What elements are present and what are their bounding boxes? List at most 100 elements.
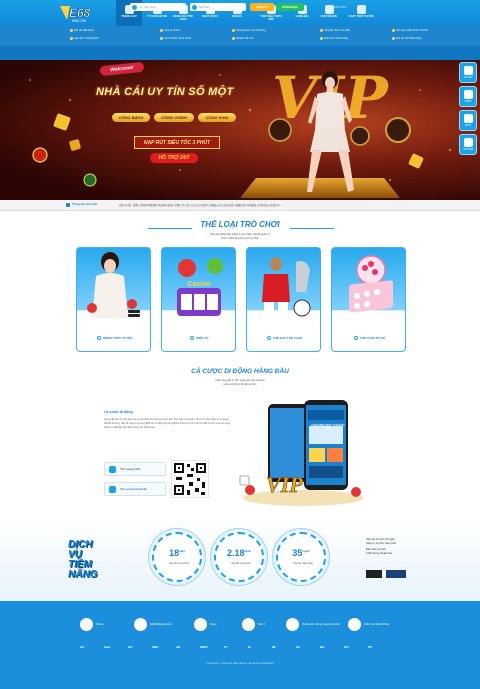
login-bar — [0, 46, 480, 60]
deposit-banner: NẠP RÚT SIÊU TỐC 3 PHÚT — [134, 136, 220, 149]
side-hotline[interactable]: HOTLINE — [459, 134, 477, 155]
cert-badge — [386, 570, 406, 578]
lock-icon — [192, 4, 197, 10]
partner-logo: IM — [272, 645, 276, 649]
speaker-icon — [66, 203, 70, 207]
game-card-live-video[interactable]: VIDEO TRỰC TUYẾN — [76, 247, 151, 352]
info-item: Khuyến mãi: Lớn — [232, 37, 253, 40]
ticker-label: Thông báo mới nhất — [72, 203, 98, 206]
card-label: TRÒ CHƠI SỔ XỐ — [359, 336, 386, 340]
lottery-icon — [353, 336, 358, 341]
apple-icon — [109, 466, 116, 473]
side-app-download[interactable]: TẢI APP — [459, 62, 477, 83]
info-item: Thương hiệu: Liên hệ Phòng — [232, 29, 265, 32]
football-image — [262, 257, 311, 318]
info-icon — [232, 37, 235, 40]
headset-icon — [348, 618, 361, 631]
games-sub-2: được 3000 bộ phim tích cổ nhất — [221, 237, 259, 240]
mobile-app-illustration: VIP — [239, 400, 363, 506]
support-badge: HỖ TRỢ 24/7 — [150, 153, 198, 163]
skype-icon — [194, 618, 207, 631]
logo-subtext: E68.COM — [72, 19, 86, 23]
call-icon — [463, 138, 473, 147]
info-item: Nhà cái: E68 Fintes — [70, 29, 94, 32]
app-banner-text: PHẦN MỀM TRỰC TUYẾN BÁ ĐẠO — [311, 424, 345, 430]
card-label: THỂ ĐẤU THỂ THAO — [272, 336, 303, 340]
mobile-heading: CÁ CƯỢC DI ĐỘNG HÀNG ĐẦU — [191, 368, 289, 375]
headset-icon — [463, 90, 473, 99]
android-icon — [109, 486, 116, 493]
info-icon — [160, 29, 163, 32]
mobile-description: Cung cấp các trò chơi ảnh hay và có nhiề… — [104, 418, 230, 429]
register-button[interactable]: ĐĂNG KÝ — [250, 3, 274, 11]
info-icon — [320, 37, 323, 40]
side-chat[interactable]: CHAT — [459, 110, 477, 131]
dealer-image — [87, 252, 140, 318]
stat-banks: 35ngân Hợp tác ngân hàng — [276, 532, 326, 582]
services-side-text: Hợp tác với hơn 35 ngân hàng uy tín trên… — [366, 538, 397, 555]
partner-logo: AG — [80, 645, 85, 649]
partner-logo: bbin — [104, 645, 111, 649]
info-icon — [320, 29, 323, 32]
svg-text:Casino: Casino — [187, 281, 210, 288]
guide-icon — [286, 618, 299, 631]
partner-logo: PP — [368, 645, 373, 649]
login-button[interactable]: ĐĂNG NHẬP — [276, 3, 304, 11]
partner-logo: EBET — [200, 645, 209, 649]
partner-logos: AG bbin GD SBO AB EBET PT M IM SA BG ON PP — [80, 645, 400, 655]
slot-icon — [190, 336, 195, 341]
partner-logo: M — [248, 645, 251, 649]
pill-fair: CÔNG BẰNG — [112, 113, 150, 122]
services-title: DỊCH VỤ TIỀM NĂNG — [68, 539, 98, 580]
lottery-image — [349, 255, 393, 313]
card-label: VIDEO TRỰC TUYẾN — [102, 336, 133, 340]
partner-logo: SA — [296, 645, 301, 649]
hero-title: NHÀ CÁI UY TÍN SỐ MỘT — [96, 86, 234, 98]
chat-icon — [463, 114, 473, 123]
brand-logo[interactable]: E68 E68.COM — [58, 3, 98, 23]
stat-deposit: 18giây Nạp tiền trung bình — [152, 532, 202, 582]
mobile-sub-2: Hỗng bỏ lỡ cơ hội để có hơn — [223, 383, 257, 386]
side-cskh[interactable]: CSKH — [459, 86, 477, 107]
pill-public: CÔNG KHAI — [198, 113, 236, 122]
info-item: Tổng đài: Số vé Free 68x — [320, 29, 350, 32]
logo-text: E68 — [69, 6, 91, 20]
slot-machine-image: Casino — [177, 258, 223, 316]
info-item: Chăm sóc: Khách hàng — [320, 37, 348, 40]
info-icon — [392, 37, 395, 40]
partner-logo: GD — [128, 645, 133, 649]
partner-logo: ON — [344, 645, 349, 649]
games-heading: THỂ LOẠI TRÒ CHƠI — [200, 220, 280, 229]
ios-download-button[interactable]: Tải xuống IOS — [104, 462, 166, 476]
phone-icon — [463, 66, 473, 75]
mobile-subheading: Cá cược di động — [104, 410, 133, 414]
phone-icon — [80, 618, 93, 631]
qr-code — [171, 460, 209, 498]
game-card-slots[interactable]: Casino ĐIỆN TỬ — [161, 247, 236, 352]
card-label: ĐIỆN TỬ — [196, 336, 209, 340]
info-item: Thời gian: 2021.10.17 14:16:08 — [392, 29, 428, 32]
info-icon — [232, 29, 235, 32]
hero-model — [307, 71, 354, 192]
partner-logo: AB — [176, 645, 181, 649]
stat-withdraw: 2.18phút Rút tiền trung bình — [214, 532, 264, 582]
game-card-lottery[interactable]: TRÒ CHƠI SỔ XỐ — [331, 247, 406, 352]
forgot-password-link[interactable]: QUÊN MẬT KHẨU — [316, 3, 356, 11]
info-icon — [70, 29, 73, 32]
ticker-text[interactable]: 【東人信托】 遊戲入場前即 開業預約 系統預計延遲 | 全體工作人員 | 以正式… — [118, 203, 282, 207]
play-icon — [96, 336, 101, 341]
password-input[interactable]: Mật khẩu — [190, 3, 246, 11]
user-icon — [132, 4, 137, 10]
info-item: Tổng số: Sòi Lô — [160, 29, 180, 32]
hero-decor — [29, 74, 452, 187]
android-download-button[interactable]: Tải xuống Android — [104, 482, 166, 496]
copyright: COPYRIGHT © 2016-2021 NHÀ CÁI ĐỨC, ALL R… — [206, 663, 274, 665]
pill-just: CÔNG CHÍNH — [154, 113, 194, 122]
partner-logo: PT — [224, 645, 228, 649]
username-input[interactable]: Tên đăng nhập — [130, 3, 186, 11]
game-card-sports[interactable]: THỂ ĐẤU THỂ THAO — [246, 247, 321, 352]
partner-logo: BG — [320, 645, 325, 649]
globe-icon — [242, 618, 255, 631]
info-item: Giao dịch: Tự động 24/7 — [70, 37, 99, 40]
info-item: Tiền thưởng: Tối đa 15.6% — [160, 37, 191, 40]
